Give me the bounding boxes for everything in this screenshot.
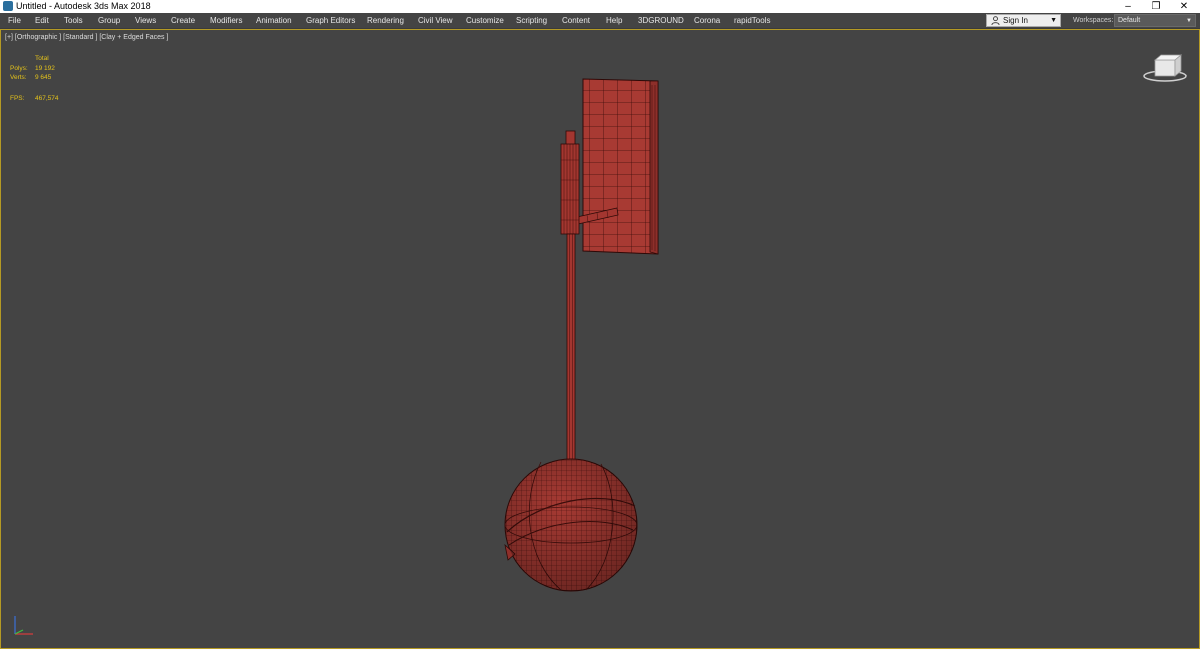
menu-rapidtools[interactable]: rapidTools [734,13,770,28]
menu-tools[interactable]: Tools [64,13,83,28]
menu-civil-view[interactable]: Civil View [418,13,453,28]
sign-in-label: Sign In [1003,16,1028,25]
pole-model[interactable] [566,233,576,465]
menu-file[interactable]: File [8,13,21,28]
axis-tripod-icon [14,616,33,635]
close-icon[interactable]: ✕ [1170,0,1198,13]
title-bar: Untitled - Autodesk 3ds Max 2018 – ❐ ✕ [0,0,1200,13]
workspaces-value: Default [1118,17,1141,24]
user-icon [991,16,1000,25]
menu-views[interactable]: Views [135,13,156,28]
viewport[interactable]: [+] [Orthographic ] [Standard ] [Clay + … [0,29,1200,649]
chevron-down-icon: ▼ [1050,17,1057,24]
workspaces-label: Workspaces: [1073,17,1114,24]
menu-help[interactable]: Help [606,13,622,28]
menu-create[interactable]: Create [171,13,195,28]
minimize-icon[interactable]: – [1114,0,1142,13]
restore-icon[interactable]: ❐ [1142,0,1170,13]
menu-scripting[interactable]: Scripting [516,13,547,28]
sleeve-model[interactable] [560,130,580,235]
workspaces-select[interactable]: Default ▼ [1114,14,1196,27]
globe-shade-model[interactable] [504,458,638,592]
menu-customize[interactable]: Customize [466,13,504,28]
chevron-down-icon: ▼ [1186,18,1192,24]
menu-group[interactable]: Group [98,13,120,28]
scene-canvas[interactable] [1,30,1199,648]
menu-animation[interactable]: Animation [256,13,292,28]
menu-modifiers[interactable]: Modifiers [210,13,242,28]
app-icon [3,1,13,11]
menu-graph-editors[interactable]: Graph Editors [306,13,355,28]
sign-in-dropdown[interactable]: Sign In ▼ [986,14,1061,27]
viewcube-icon[interactable] [1141,50,1189,86]
menu-3dground[interactable]: 3DGROUND [638,13,684,28]
menu-edit[interactable]: Edit [35,13,49,28]
menu-rendering[interactable]: Rendering [367,13,404,28]
window-title: Untitled - Autodesk 3ds Max 2018 [16,1,151,11]
wall-plate-model[interactable] [582,78,659,255]
menu-content[interactable]: Content [562,13,590,28]
menu-corona[interactable]: Corona [694,13,720,28]
